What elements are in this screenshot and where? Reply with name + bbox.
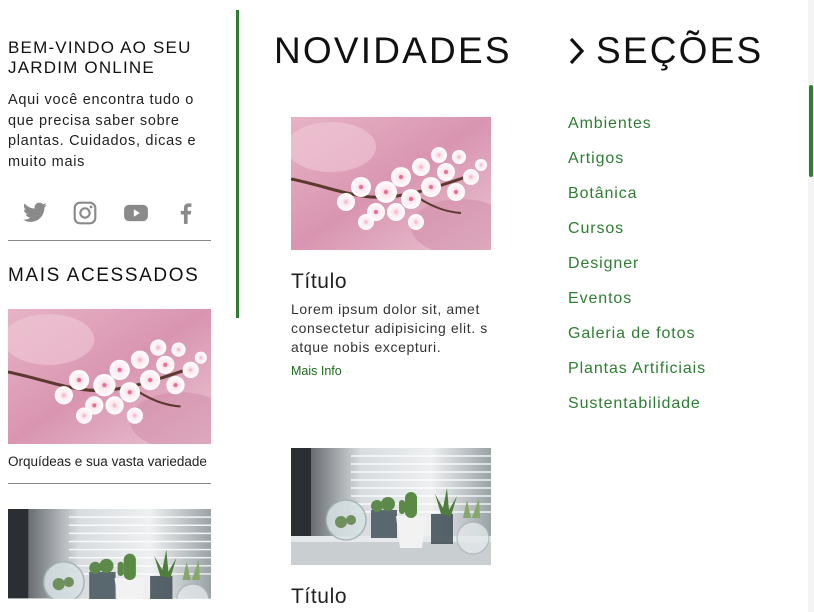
sidebar: BEM-VINDO AO SEU JARDIM ONLINE Aqui você… xyxy=(8,38,211,600)
list-item: Sustentabilidade xyxy=(568,394,706,429)
list-item: Designer xyxy=(568,254,706,289)
instagram-icon[interactable] xyxy=(72,200,98,226)
sections-panel: SEÇÕES Ambientes Artigos Botânica Cursos… xyxy=(568,30,798,412)
welcome-text: Aqui você encontra tudo o que precisa sa… xyxy=(8,92,197,170)
most-accessed-title: MAIS ACESSADOS xyxy=(8,265,200,287)
sections-header[interactable]: SEÇÕES xyxy=(568,30,798,72)
news-card-image[interactable] xyxy=(291,448,491,565)
twitter-icon[interactable] xyxy=(22,200,48,226)
news-title: NOVIDADES xyxy=(274,30,512,71)
news-card: Título xyxy=(291,448,491,609)
section-link-designer[interactable]: Designer xyxy=(568,255,639,272)
most-accessed-caption[interactable]: Orquídeas e sua vasta variedade xyxy=(8,454,211,470)
section-link-artigos[interactable]: Artigos xyxy=(568,150,624,167)
news-card-text: Lorem ipsum dolor sit, amet consectetur … xyxy=(291,301,488,355)
sidebar-divider xyxy=(8,483,211,485)
sections-title: SEÇÕES xyxy=(596,30,764,71)
list-item: Botânica xyxy=(568,184,706,219)
section-link-sustentabilidade[interactable]: Sustentabilidade xyxy=(568,395,701,412)
news-card: Título Lorem ipsum dolor sit, amet conse… xyxy=(291,117,491,380)
section-link-botanica[interactable]: Botânica xyxy=(568,185,637,202)
section-link-galeria[interactable]: Galeria de fotos xyxy=(568,325,695,342)
section-link-plantas-artificiais[interactable]: Plantas Artificiais xyxy=(568,360,706,377)
youtube-icon[interactable] xyxy=(123,200,149,226)
facebook-icon[interactable] xyxy=(173,200,199,226)
list-item: Artigos xyxy=(568,149,706,184)
list-item: Eventos xyxy=(568,289,706,324)
news-card-title: Título xyxy=(291,270,348,293)
news-section: NOVIDADES Título Lorem ipsum dolor sit, … xyxy=(274,30,534,608)
list-item: Ambientes xyxy=(568,114,706,149)
social-links xyxy=(22,200,199,226)
most-accessed-image[interactable] xyxy=(8,309,211,444)
sections-list: Ambientes Artigos Botânica Cursos Design… xyxy=(568,114,706,429)
vertical-accent-rule xyxy=(236,10,239,318)
welcome-title: BEM-VINDO AO SEU JARDIM ONLINE xyxy=(8,38,192,77)
more-info-link[interactable]: Mais Info xyxy=(291,364,342,378)
section-link-eventos[interactable]: Eventos xyxy=(568,290,632,307)
section-link-ambientes[interactable]: Ambientes xyxy=(568,115,652,132)
most-accessed-image[interactable] xyxy=(8,509,211,600)
news-card-image[interactable] xyxy=(291,117,491,250)
scrollbar-thumb[interactable] xyxy=(809,85,813,177)
list-item: Galeria de fotos xyxy=(568,324,706,359)
list-item: Plantas Artificiais xyxy=(568,359,706,394)
news-card-title: Título xyxy=(291,585,348,608)
list-item: Cursos xyxy=(568,219,706,254)
chevron-right-icon xyxy=(569,37,585,65)
section-link-cursos[interactable]: Cursos xyxy=(568,220,624,237)
sidebar-divider xyxy=(8,240,211,242)
